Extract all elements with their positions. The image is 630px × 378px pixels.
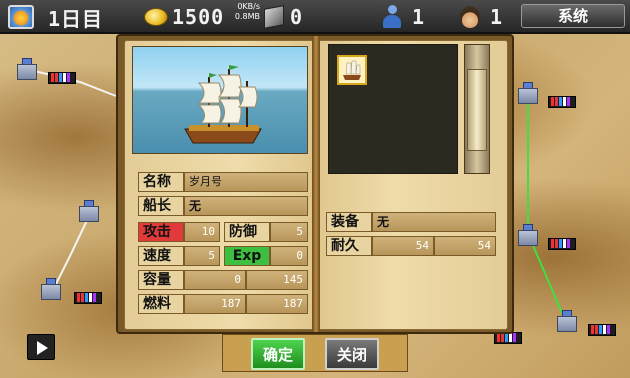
speed-value: 5 (184, 246, 220, 266)
captain-row: 船长 无 (138, 196, 308, 216)
close-button[interactable]: 关闭 (325, 338, 379, 370)
sailor-value: 1 (490, 5, 504, 29)
network-stats: 0KB/s 0.8MB (224, 2, 260, 22)
route-green (527, 104, 567, 323)
capacity-current: 0 (184, 270, 246, 290)
ship-thumb-icon (343, 60, 361, 80)
durability-row: 耐久 54 54 (326, 236, 496, 256)
day-value: 1日目 (48, 6, 104, 31)
sailor-icon (460, 6, 480, 28)
name-row: 名称 岁月号 (138, 172, 308, 192)
castle-icon[interactable] (14, 58, 40, 82)
exp-value: 0 (270, 246, 308, 266)
speed-exp-row: 速度 5 Exp 0 (138, 246, 308, 266)
scrollbar[interactable] (464, 44, 490, 174)
cube-icon (264, 5, 284, 29)
book-spine (312, 36, 320, 332)
castle-icon[interactable] (76, 200, 102, 224)
equipment-value: 无 (372, 212, 496, 232)
capacity-label: 容量 (138, 270, 184, 290)
defense-value: 5 (270, 222, 308, 242)
ship-slot[interactable] (337, 55, 367, 85)
status-bars-icon (548, 238, 576, 250)
confirm-button[interactable]: 确定 (251, 338, 305, 370)
ship-image (132, 46, 308, 154)
fuel-current: 187 (184, 294, 246, 314)
speed-label: 速度 (138, 246, 184, 266)
equipment-label: 装备 (326, 212, 372, 232)
ship-slot-panel (328, 44, 458, 174)
sun-icon (8, 5, 34, 29)
castle-icon[interactable] (515, 82, 541, 106)
status-bars-icon (548, 96, 576, 108)
system-button[interactable]: 系统 (521, 4, 625, 28)
castle-icon[interactable] (515, 224, 541, 248)
coin-value: 1500 (172, 5, 225, 29)
equipment-row: 装备 无 (326, 212, 496, 232)
net-speed: 0KB/s (237, 2, 260, 11)
cube-counter: 0 (264, 4, 303, 30)
coin-icon (144, 8, 168, 26)
attack-label: 攻击 (138, 222, 184, 242)
attack-defense-row: 攻击 10 防御 5 (138, 222, 308, 242)
galleon-icon (184, 65, 262, 144)
day-counter: 1日目 (8, 4, 104, 31)
sailor-counter: 1 (460, 4, 503, 30)
captain-value: 无 (184, 196, 308, 216)
attack-value: 10 (184, 222, 220, 242)
capacity-max: 145 (246, 270, 308, 290)
defense-label: 防御 (224, 222, 270, 242)
status-bars-icon (74, 292, 102, 304)
net-total: 0.8MB (234, 12, 260, 21)
status-bars-icon (588, 324, 616, 336)
fuel-row: 燃料 187 187 (138, 294, 308, 314)
durability-max: 54 (434, 236, 496, 256)
castle-icon[interactable] (38, 278, 64, 302)
status-bars-icon (48, 72, 76, 84)
person-value: 1 (412, 5, 426, 29)
capacity-row: 容量 0 145 (138, 270, 308, 290)
captain-label: 船长 (138, 196, 184, 216)
durability-current: 54 (372, 236, 434, 256)
coin-counter: 1500 (144, 4, 224, 30)
castle-icon[interactable] (554, 310, 580, 334)
play-icon[interactable] (27, 334, 55, 360)
cube-value: 0 (290, 5, 304, 29)
name-value: 岁月号 (184, 172, 308, 192)
person-counter: 1 (382, 4, 425, 30)
exp-label: Exp (224, 246, 270, 266)
ship-info-book: 名称 岁月号 船长 无 攻击 10 防御 5 速度 5 Exp 0 容量 0 1… (116, 34, 514, 334)
dialog-button-bar: 确定 关闭 (222, 334, 408, 372)
fuel-label: 燃料 (138, 294, 184, 314)
fuel-max: 187 (246, 294, 308, 314)
durability-label: 耐久 (326, 236, 372, 256)
person-icon (382, 5, 402, 29)
scrollbar-thumb[interactable] (467, 69, 487, 151)
name-label: 名称 (138, 172, 184, 192)
top-status-bar: 1日目 1500 0KB/s 0.8MB 0 1 1 系统 (0, 0, 630, 34)
